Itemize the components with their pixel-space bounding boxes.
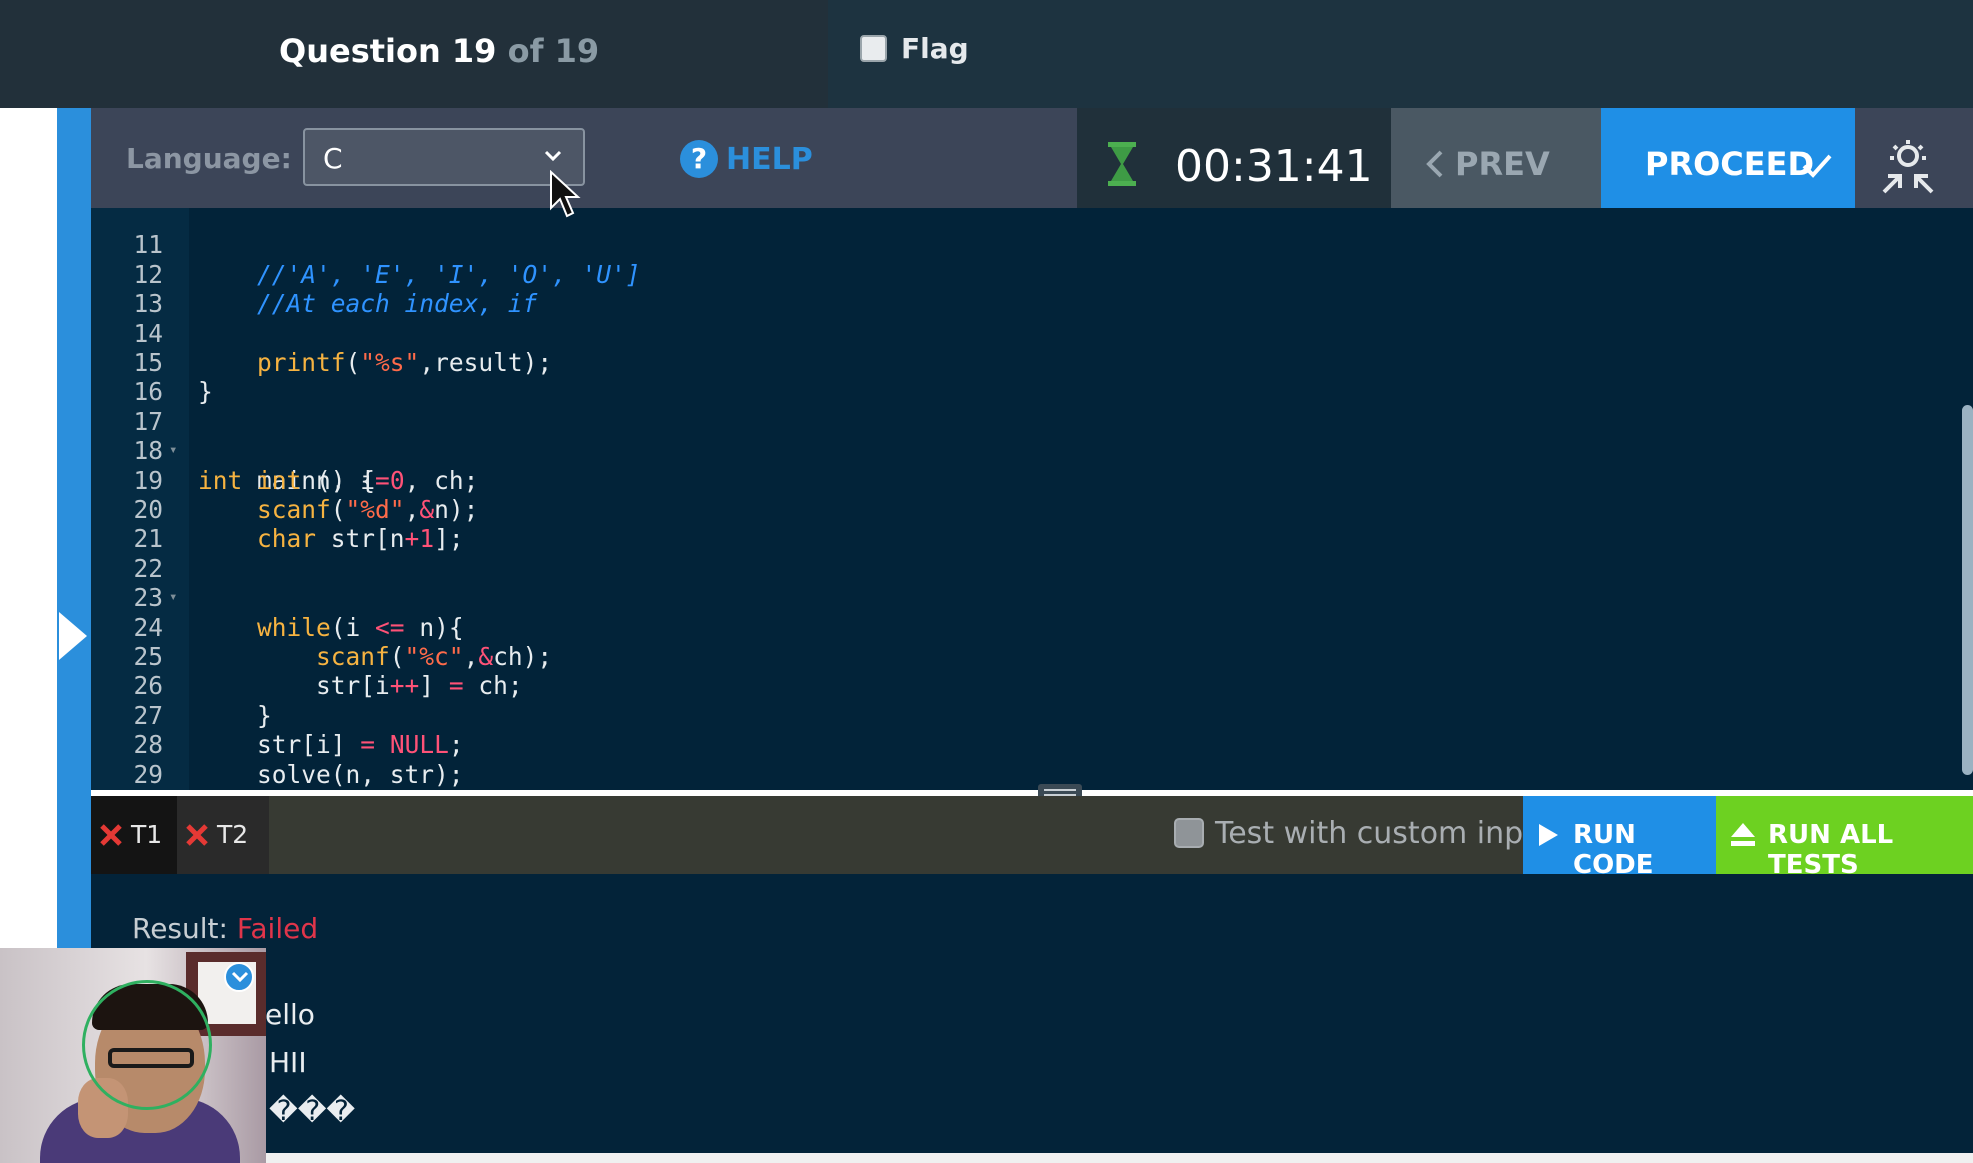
proceed-button[interactable]: PROCEED [1601, 108, 1855, 222]
chevron-left-icon [1426, 150, 1443, 178]
left-panel-edge [0, 108, 57, 948]
timer: 00:31:41 [1077, 108, 1391, 222]
output-line: ello [265, 998, 315, 1031]
run-code-button[interactable]: RUN CODE [1523, 796, 1716, 880]
chevron-down-icon [544, 150, 562, 162]
question-circle-icon: ? [680, 140, 718, 178]
code-line[interactable]: 17 ▾ int main() { [91, 377, 1973, 495]
check-icon [1802, 154, 1832, 178]
run-code-label: RUN CODE [1573, 820, 1654, 880]
test-tab-label: T1 [131, 820, 163, 849]
test-bar: T1 T2 Test with custom input RUN CODE RU… [91, 796, 1973, 880]
custom-input-checkbox[interactable] [1174, 818, 1204, 848]
language-label: Language: [126, 142, 292, 175]
webcam-preview[interactable] [0, 948, 266, 1163]
language-value: C [323, 142, 343, 175]
code-line[interactable]: 13 [91, 260, 1973, 318]
code-line[interactable]: 23 [91, 554, 1973, 612]
output-line: HII [269, 1046, 307, 1079]
prev-button[interactable]: PREV [1391, 108, 1601, 222]
timer-value: 00:31:41 [1175, 141, 1373, 192]
code-line[interactable]: 28 solve(n, str); [91, 701, 1973, 788]
prev-label: PREV [1455, 145, 1550, 183]
chevron-down-icon [231, 971, 249, 983]
test-tab-t2[interactable]: T2 [177, 796, 269, 874]
webcam-collapse-button[interactable] [224, 962, 254, 992]
question-number: Question 19 [279, 32, 497, 70]
result-summary: Result: Failed [132, 912, 318, 945]
code-editor[interactable]: 11 //'A', 'E', 'I', 'O', 'U'] 12 //At ea… [91, 208, 1973, 790]
hourglass-icon [1108, 142, 1136, 186]
close-icon [186, 824, 208, 846]
code-line[interactable]: 20 char str[n+1]; [91, 466, 1973, 553]
mouse-cursor-icon [550, 170, 581, 218]
custom-input-label[interactable]: Test with custom input [1215, 816, 1554, 851]
language-select[interactable]: C [303, 128, 585, 186]
code-line[interactable]: 27 str[i] = NULL; [91, 671, 1973, 759]
code-line[interactable]: 25 str[i++] = ch; [91, 613, 1973, 700]
question-total: of 19 [507, 32, 600, 70]
flag-checkbox[interactable] [860, 35, 887, 62]
line-number: 30 [91, 789, 163, 790]
output-line: ��� [269, 1094, 356, 1127]
result-status: Failed [236, 912, 319, 945]
editor-scrollbar[interactable] [1962, 405, 1973, 775]
result-label: Result: [132, 912, 228, 945]
help-label: HELP [726, 142, 813, 177]
code-line[interactable]: 29 return 0; [91, 730, 1973, 790]
expand-arrow-icon[interactable] [59, 612, 87, 660]
code-line[interactable]: 18 int n, i=0, ch; [91, 407, 1973, 494]
code-text: return 0; [198, 789, 390, 790]
test-tab-label: T2 [217, 820, 249, 849]
compress-settings-icon[interactable] [1876, 134, 1940, 198]
code-line[interactable]: 11 //'A', 'E', 'I', 'O', 'U'] [91, 208, 1973, 288]
code-line[interactable]: 21 [91, 495, 1973, 553]
code-line[interactable]: 19 scanf("%d",&n); [91, 436, 1973, 524]
problem-panel-toggle[interactable] [57, 108, 91, 948]
code-line[interactable]: 22 ▾ while(i <= n){ [91, 524, 1973, 642]
eject-icon [1731, 823, 1755, 846]
proceed-label: PROCEED [1645, 145, 1815, 183]
test-tab-t1[interactable]: T1 [91, 796, 177, 874]
flag-label[interactable]: Flag [901, 32, 969, 65]
code-line[interactable]: 12 //At each index, if [91, 230, 1973, 318]
face-detection-ring [82, 980, 212, 1110]
code-line[interactable]: 24 scanf("%c",&ch); [91, 583, 1973, 671]
play-icon [1539, 824, 1558, 846]
close-icon [100, 824, 122, 846]
code-line[interactable]: 15 } [91, 319, 1973, 406]
run-all-tests-label: RUN ALL TESTS [1768, 820, 1894, 880]
question-title: Question 19 of 19 [279, 32, 599, 70]
code-line[interactable]: 26 } [91, 642, 1973, 729]
code-line[interactable]: 16 [91, 348, 1973, 406]
code-line[interactable]: 30 } [91, 760, 1973, 790]
run-all-tests-button[interactable]: RUN ALL TESTS [1716, 796, 1973, 880]
code-line[interactable]: 14 printf("%s",result); [91, 289, 1973, 377]
results-panel: Result: Failed ello HII ��� [91, 874, 1973, 1163]
bottom-edge [0, 1153, 1973, 1163]
top-header-right [828, 0, 1973, 108]
